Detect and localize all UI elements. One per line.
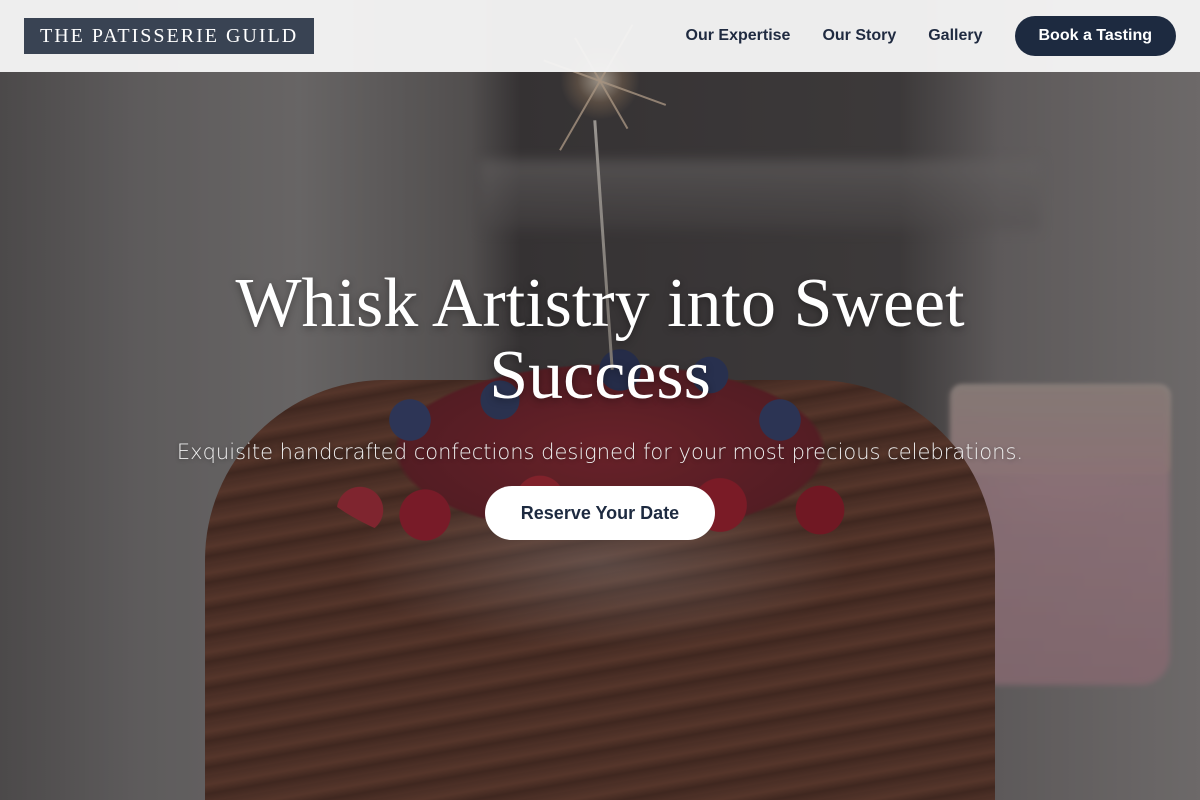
- main-nav: Our Expertise Our Story Gallery Book a T…: [654, 16, 1176, 56]
- hero-subtitle: Exquisite handcrafted confections design…: [176, 440, 1024, 464]
- brand-logo[interactable]: THE PATISSERIE GUILD: [24, 18, 315, 54]
- site-header: THE PATISSERIE GUILD Our Expertise Our S…: [0, 0, 1200, 72]
- hero-section: Whisk Artistry into Sweet Success Exquis…: [0, 268, 1200, 540]
- hero-title: Whisk Artistry into Sweet Success: [235, 265, 965, 414]
- reserve-date-button[interactable]: Reserve Your Date: [485, 486, 715, 540]
- nav-link-our-expertise[interactable]: Our Expertise: [686, 27, 791, 45]
- book-tasting-button[interactable]: Book a Tasting: [1014, 16, 1176, 56]
- nav-link-our-story[interactable]: Our Story: [822, 27, 896, 45]
- page: THE PATISSERIE GUILD Our Expertise Our S…: [0, 0, 1200, 800]
- nav-link-gallery[interactable]: Gallery: [928, 27, 982, 45]
